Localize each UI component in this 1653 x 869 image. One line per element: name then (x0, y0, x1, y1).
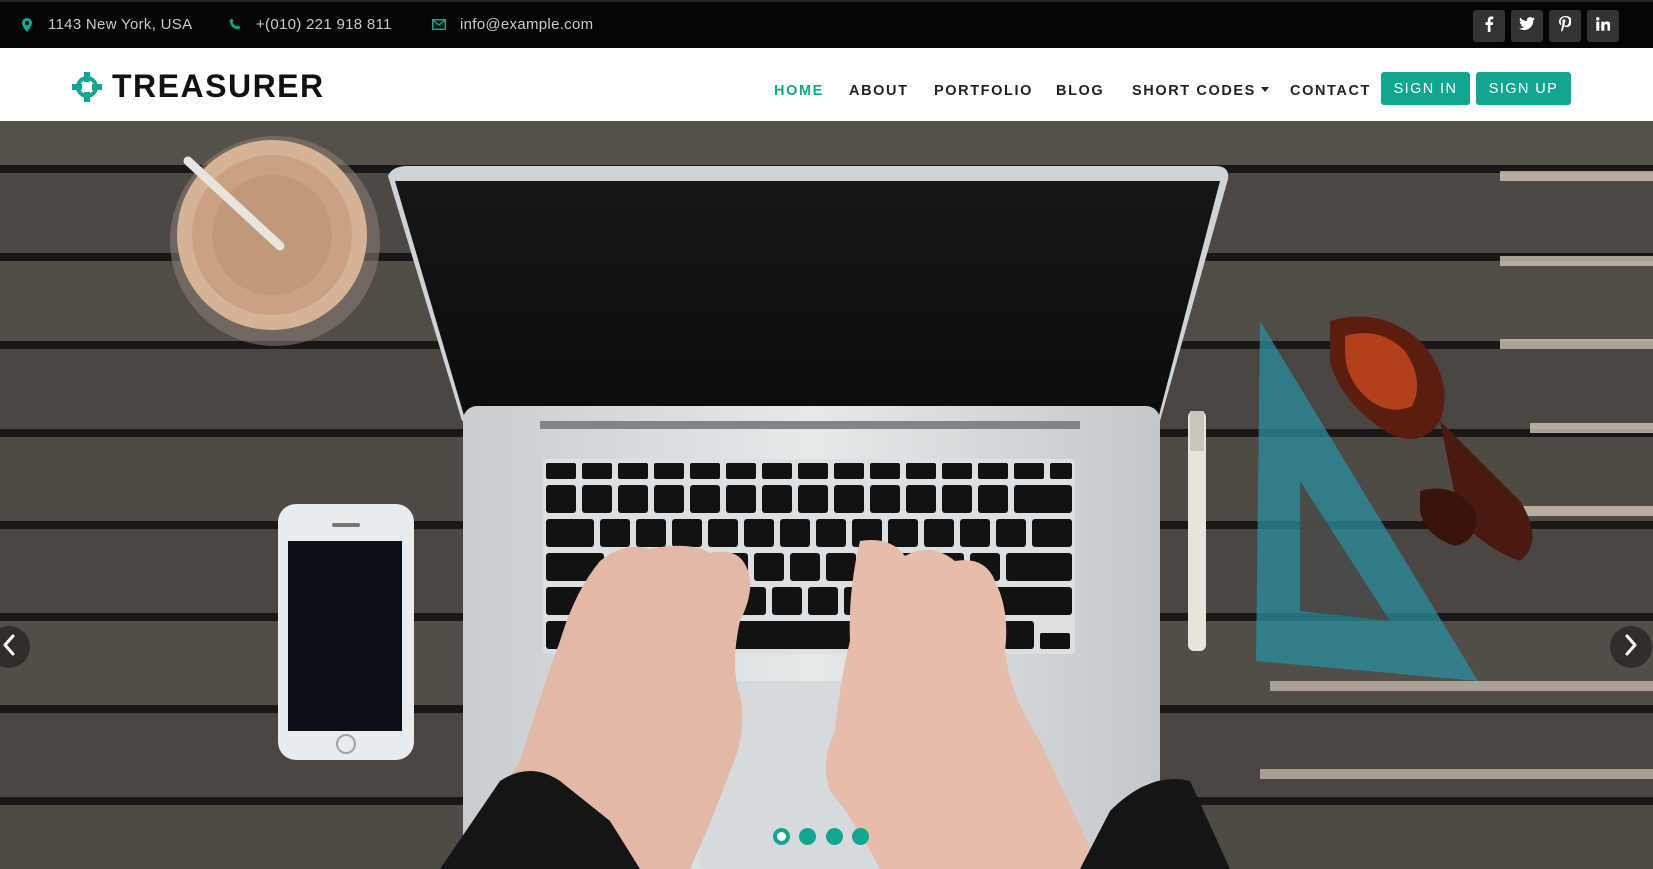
address-item: 1143 New York, USA (20, 16, 192, 33)
slider-next-button[interactable] (1610, 626, 1652, 668)
phone-item: +(010) 221 918 811 (228, 16, 392, 33)
nav-about[interactable]: ABOUT (849, 83, 909, 99)
crosshair-logo-icon (72, 71, 102, 102)
hero-image (0, 121, 1653, 869)
main-navbar: TREASURER HOME ABOUT PORTFOLIO BLOG SHOR… (0, 48, 1653, 121)
phone-text: +(010) 221 918 811 (256, 16, 392, 33)
sign-in-button[interactable]: SIGN IN (1381, 72, 1470, 105)
address-text: 1143 New York, USA (48, 16, 193, 33)
hero-slider (0, 121, 1653, 869)
slider-dot-2[interactable] (799, 828, 816, 845)
linkedin-button[interactable] (1587, 10, 1619, 42)
chevron-left-icon (2, 634, 16, 661)
nav-blog[interactable]: BLOG (1056, 83, 1104, 99)
envelope-icon (432, 17, 446, 33)
facebook-icon (1484, 16, 1494, 37)
twitter-icon (1519, 17, 1535, 35)
pinterest-button[interactable] (1549, 10, 1581, 42)
twitter-button[interactable] (1511, 10, 1543, 42)
nav-short-codes[interactable]: SHORT CODES (1132, 83, 1269, 99)
caret-down-icon (1260, 87, 1269, 92)
slider-dot-1[interactable] (773, 828, 790, 845)
nav-short-codes-label: SHORT CODES (1132, 83, 1256, 99)
brand-logo[interactable]: TREASURER (72, 68, 325, 105)
nav-home[interactable]: HOME (774, 83, 824, 99)
nav-portfolio[interactable]: PORTFOLIO (934, 83, 1033, 99)
linkedin-icon (1596, 16, 1611, 36)
slider-dot-3[interactable] (826, 828, 843, 845)
map-marker-icon (20, 17, 34, 33)
email-item: info@example.com (432, 16, 593, 33)
sign-up-button[interactable]: SIGN UP (1476, 72, 1571, 105)
slider-dot-4[interactable] (852, 828, 869, 845)
chevron-right-icon (1624, 634, 1638, 661)
pinterest-icon (1559, 15, 1572, 37)
top-contact-bar: 1143 New York, USA +(010) 221 918 811 in… (0, 0, 1653, 48)
phone-icon (228, 17, 242, 33)
brand-name: TREASURER (112, 68, 325, 104)
email-link[interactable]: info@example.com (460, 16, 593, 33)
facebook-button[interactable] (1473, 10, 1505, 42)
nav-contact[interactable]: CONTACT (1290, 83, 1371, 99)
